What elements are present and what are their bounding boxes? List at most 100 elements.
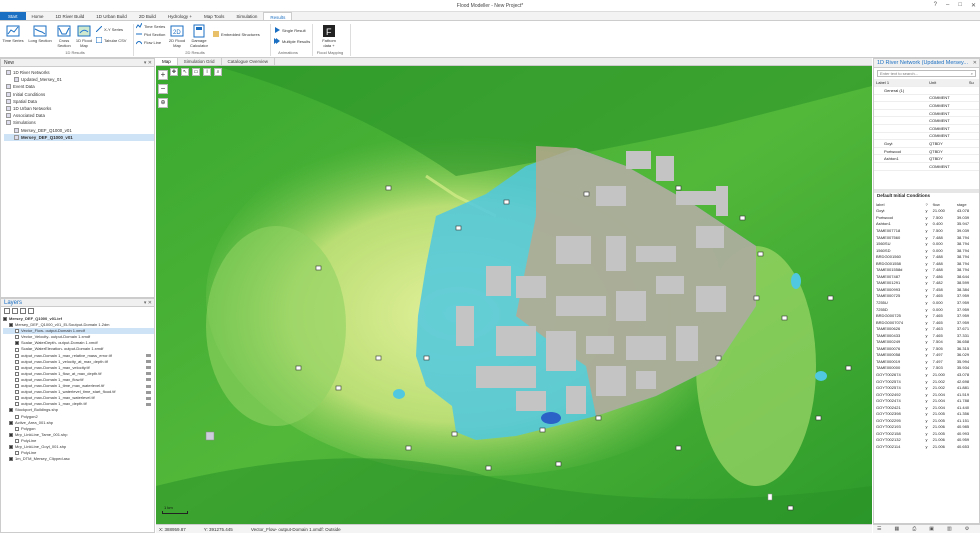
info-icon[interactable]: i: [203, 68, 211, 76]
table-row[interactable]: TAME001558d y 7.488 38.794: [874, 266, 979, 273]
tree-item-updated-mersey[interactable]: Updated_Mersey_01: [4, 76, 154, 83]
layer-checkbox[interactable]: [9, 323, 13, 328]
tab-hydrology[interactable]: Hydrology +: [162, 12, 198, 20]
layer-checkbox[interactable]: [15, 414, 19, 419]
layer-checkbox[interactable]: [15, 396, 19, 401]
tree-item-1d-urban-networks[interactable]: 1D Urban Networks: [4, 105, 154, 112]
tab-simulation-grid[interactable]: Simulation Grid: [178, 58, 222, 65]
tree-item-1d-river-networks[interactable]: 1D River Networks: [4, 69, 154, 76]
table-row[interactable]: TAME001291 y 7.482 38.599: [874, 280, 979, 287]
panel-controls[interactable]: ▾ ✕: [144, 59, 152, 67]
table-row[interactable]: TAME000058 y 7.497 36.029: [874, 352, 979, 359]
table-row[interactable]: BRDG001558 y 7.488 38.794: [874, 260, 979, 267]
table-row[interactable]: COMMENT: [874, 124, 979, 133]
fathom-data-button[interactable]: F Fathom data +: [318, 24, 340, 48]
layer-checkbox[interactable]: [15, 402, 19, 407]
table-row[interactable]: TAME000249 y 7.504 36.658: [874, 338, 979, 345]
table-row[interactable]: TAME007560 y 7.488 38.794: [874, 234, 979, 241]
tree-item-initial-conditions[interactable]: Initial Conditions: [4, 91, 154, 98]
table-row[interactable]: COMMENT: [874, 132, 979, 141]
tab-catalogue-overview[interactable]: Catalogue Overview: [222, 58, 276, 65]
table-row[interactable]: Ashton1 QTBDY: [874, 154, 979, 164]
plot-section-button[interactable]: Plot Section: [136, 31, 165, 37]
table-row[interactable]: TAME000000 y 7.503 35.934: [874, 365, 979, 372]
list-icon[interactable]: ☰: [877, 526, 881, 532]
tree-item-simulation-selected[interactable]: Mersey_DEF_Q1000_v01: [4, 133, 154, 141]
table-row[interactable]: GOYT002574 y 21.002 42.698: [874, 378, 979, 385]
table-row[interactable]: Goyt QTBDY: [874, 139, 979, 148]
layer-checkbox[interactable]: [9, 457, 13, 462]
flow-line-button[interactable]: Flow Line: [136, 39, 161, 45]
table-row[interactable]: GOYT002474 y 21.004 41.788: [874, 397, 979, 404]
map-marker[interactable]: [205, 431, 215, 441]
table-row[interactable]: GOYT002132 y 21.006 40.959: [874, 437, 979, 444]
table-row[interactable]: GOYT002574 y 21.002 41.881: [874, 384, 979, 391]
layer-checkbox[interactable]: [3, 317, 7, 322]
tab-simulation[interactable]: Simulation: [230, 12, 263, 20]
tab-1d-urban-build[interactable]: 1D Urban Build: [90, 12, 133, 20]
select-icon[interactable]: ↖: [181, 68, 189, 76]
layer-checkbox[interactable]: [9, 408, 13, 413]
table-row[interactable]: GOYT002295 y 21.005 41.151: [874, 417, 979, 424]
terrain-map[interactable]: [156, 66, 872, 524]
table-row[interactable]: GOYT002421 y 21.004 41.440: [874, 404, 979, 411]
settings-icon[interactable]: ⚙: [965, 526, 969, 532]
help-icon[interactable]: ?: [934, 2, 937, 9]
tab-map-tools[interactable]: Map Tools: [198, 12, 230, 20]
table-row[interactable]: Portwood y 7.500 39.039: [874, 214, 979, 221]
tab-home[interactable]: Home: [26, 12, 50, 20]
tab-results[interactable]: Results: [263, 12, 293, 20]
layer-checkbox[interactable]: [15, 359, 19, 364]
remove-layer-icon[interactable]: [12, 308, 18, 314]
table-row[interactable]: COMMENT: [874, 116, 979, 126]
table-row[interactable]: TAME000433 y 7.465 37.331: [874, 332, 979, 339]
table-row[interactable]: COMMENT: [874, 94, 979, 103]
long-section-button[interactable]: Long Section: [27, 24, 53, 44]
layer-checkbox[interactable]: [15, 365, 19, 370]
embedded-structures-button[interactable]: Embedded Structures: [213, 31, 260, 37]
layer-checkbox[interactable]: [15, 377, 19, 382]
tab-start[interactable]: Start: [0, 12, 26, 20]
layer-checkbox[interactable]: [15, 438, 19, 443]
tree-item-associated-data[interactable]: Associated Data: [4, 112, 154, 119]
layer-up-icon[interactable]: [20, 308, 26, 314]
zoom-in-button[interactable]: +: [158, 70, 168, 80]
tab-1d-river-build[interactable]: 1D River Build: [50, 12, 91, 20]
table-row[interactable]: Ashton1 y 0.400 35.947: [874, 221, 979, 228]
measure-icon[interactable]: ▭: [192, 68, 200, 76]
tabular-csv-button[interactable]: Tabular CSV: [96, 37, 126, 43]
xy-series-button[interactable]: X-Y Series: [96, 26, 123, 32]
locate-icon[interactable]: ⊕: [158, 98, 168, 108]
network-search-input[interactable]: Enter text to search... ⌕: [877, 70, 976, 77]
minimize-icon[interactable]: –: [946, 2, 949, 9]
tab-map[interactable]: Map: [156, 58, 178, 65]
layer-checkbox[interactable]: [15, 341, 19, 346]
flood-map-2d-button[interactable]: 2D 2D Flood Map: [168, 24, 186, 48]
single-result-button[interactable]: Single Result: [274, 27, 306, 33]
layer-checkbox[interactable]: [9, 420, 13, 425]
table-row[interactable]: General (1): [874, 86, 979, 95]
layer-checkbox[interactable]: [9, 432, 13, 437]
layer-down-icon[interactable]: [28, 308, 34, 314]
table-row[interactable]: GOYT002114 y 21.006 40.653: [874, 443, 979, 450]
print-icon[interactable]: ⎙: [912, 526, 916, 532]
layer-row[interactable]: 1m_DTM_Mersey_Clipped.asc: [3, 456, 154, 462]
flood-map-1d-button[interactable]: 1D Flood Map: [75, 24, 93, 48]
table-row[interactable]: GOYT002158 y 21.005 40.993: [874, 430, 979, 437]
tree-item-spatial-data[interactable]: Spatial Data: [4, 98, 154, 105]
table-row[interactable]: 1560SU y 0.000 38.794: [874, 240, 979, 247]
layer-checkbox[interactable]: [15, 335, 19, 340]
table-row[interactable]: COMMENT: [874, 101, 979, 110]
table-row[interactable]: Portwood QTBDY: [874, 147, 979, 156]
map-view[interactable]: + − ⊕ ✥ ↖ ▭ i ⌕ 1 km: [156, 66, 872, 524]
layer-checkbox[interactable]: [15, 329, 19, 334]
search-icon[interactable]: ⌕: [214, 68, 222, 76]
table-row[interactable]: TAME000626 y 7.463 37.671: [874, 325, 979, 332]
chart-icon[interactable]: ▥: [947, 526, 952, 532]
table-row[interactable]: BRDG0007074 y 7.465 37.959: [874, 319, 979, 326]
zoom-out-button[interactable]: −: [158, 84, 168, 94]
layer-checkbox[interactable]: [15, 371, 19, 376]
multiple-results-button[interactable]: Multiple Results: [274, 38, 310, 44]
table-row[interactable]: TAME000019 y 7.497 35.994: [874, 358, 979, 365]
map-marker[interactable]: [767, 493, 773, 501]
